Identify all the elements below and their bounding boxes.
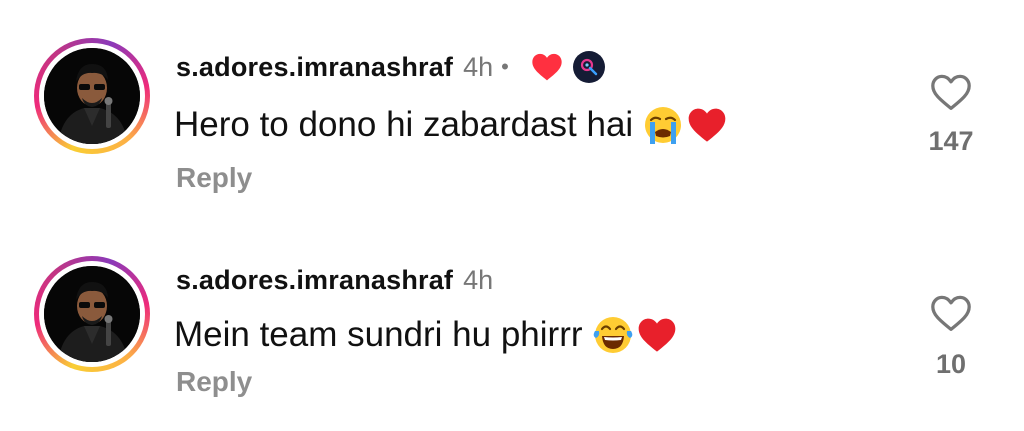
comment-username[interactable]: s.adores.imranashraf: [176, 265, 453, 296]
avatar[interactable]: [44, 48, 140, 144]
comment-timestamp: 4h: [463, 264, 494, 295]
red-heart-icon: [638, 318, 675, 352]
like-count: 147: [928, 126, 974, 156]
like-button[interactable]: 147: [920, 72, 982, 157]
tears-of-joy-face-icon: [593, 317, 632, 353]
story-ring[interactable]: [34, 256, 150, 372]
separator-dot: •: [501, 54, 509, 79]
comment-item: s.adores.imranashraf 4h • Hero to dono h…: [0, 0, 1024, 200]
comment-item: s.adores.imranashraf 4h Mein team sundri…: [0, 216, 1024, 416]
like-button[interactable]: 10: [920, 293, 982, 380]
avatar[interactable]: [44, 266, 140, 362]
story-ring[interactable]: [34, 38, 150, 154]
loudly-crying-face-icon: [645, 107, 682, 144]
comment-username[interactable]: s.adores.imranashraf: [176, 52, 453, 83]
comment-text: Mein team sundri hu phirrr: [174, 315, 583, 354]
comment-timestamp: 4h: [463, 51, 494, 82]
liked-by-creator-heart-icon: [532, 53, 562, 81]
heart-outline-icon[interactable]: [929, 72, 973, 112]
like-count: 10: [935, 349, 967, 379]
reply-button[interactable]: Reply: [176, 366, 252, 398]
creator-avatar-icon: [572, 51, 605, 83]
comment-text: Hero to dono hi zabardast hai: [174, 105, 634, 144]
heart-outline-icon[interactable]: [929, 293, 973, 333]
reply-button[interactable]: Reply: [176, 162, 252, 194]
red-heart-icon: [688, 108, 726, 142]
